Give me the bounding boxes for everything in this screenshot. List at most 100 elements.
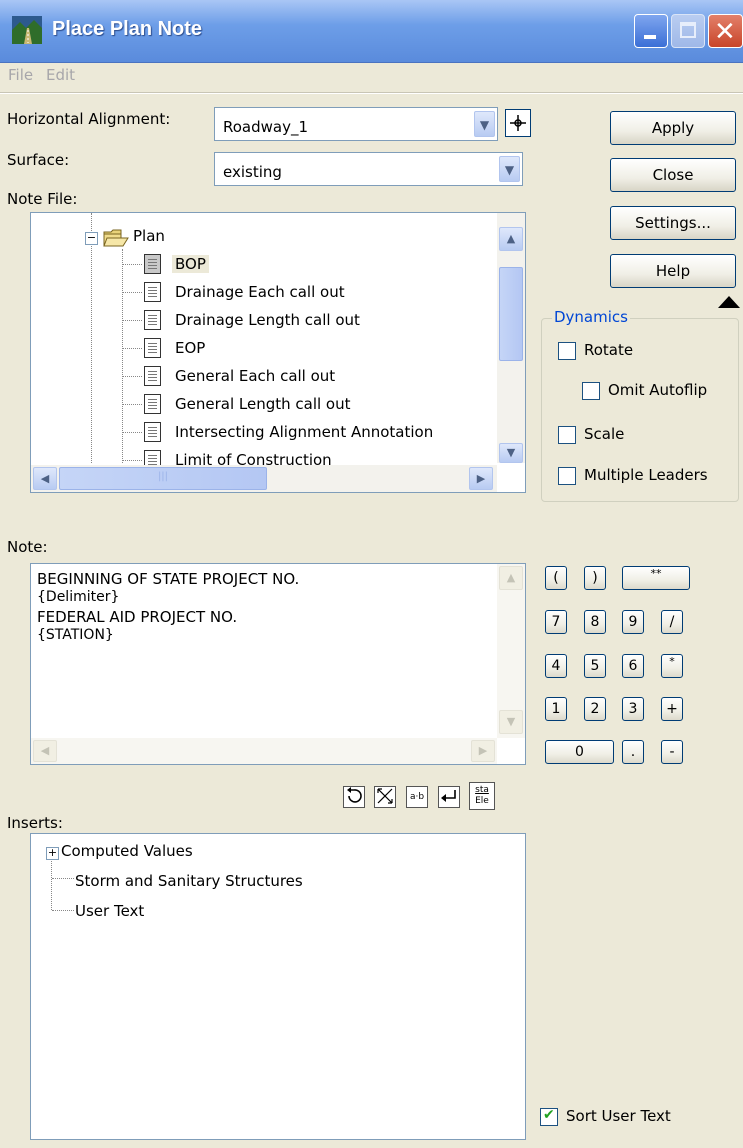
note-file-hscroll[interactable]: ◀ ||| ▶ — [31, 465, 497, 492]
scroll-down-button[interactable]: ▼ — [499, 710, 523, 734]
tree-item[interactable]: Drainage Each call out — [175, 283, 345, 301]
keypad-key[interactable]: + — [661, 697, 683, 721]
omit-autoflip-label[interactable]: Omit Autoflip — [608, 381, 707, 399]
keypad-key[interactable]: 2 — [584, 697, 606, 721]
scroll-down-button[interactable]: ▼ — [499, 443, 523, 463]
undo-button[interactable] — [343, 786, 365, 808]
collapse-triangle-icon[interactable] — [718, 296, 740, 308]
keypad-key[interactable]: . — [622, 740, 644, 764]
omit-autoflip-checkbox[interactable] — [582, 382, 600, 400]
keypad-key[interactable]: 4 — [545, 654, 567, 678]
scroll-up-button[interactable]: ▲ — [499, 566, 523, 590]
keypad-key[interactable]: ) — [584, 566, 606, 590]
chevron-down-icon[interactable]: ▼ — [474, 111, 495, 137]
dynamics-title: Dynamics — [552, 308, 630, 326]
scroll-left-button[interactable]: ◀ — [33, 467, 57, 490]
sort-user-text-checkbox[interactable] — [540, 1107, 558, 1126]
elevation-text: Ele — [475, 796, 489, 806]
crosshair-icon — [510, 115, 526, 131]
note-file-vscroll[interactable]: ▲ ▼ — [497, 213, 525, 463]
note-file-label: Note File: — [7, 190, 78, 208]
enter-button[interactable] — [438, 786, 460, 808]
space-button[interactable]: a·b — [406, 786, 428, 808]
scroll-right-button[interactable]: ▶ — [469, 467, 493, 490]
tree-item[interactable]: General Length call out — [175, 395, 351, 413]
undo-icon — [347, 787, 362, 803]
tree-item[interactable]: EOP — [175, 339, 205, 357]
wrap-button[interactable] — [374, 786, 396, 808]
close-window-button[interactable]: ✕ — [708, 14, 743, 48]
scale-checkbox[interactable] — [558, 426, 576, 444]
tree-item[interactable]: BOP — [172, 255, 209, 273]
document-icon — [144, 422, 161, 442]
tree-guide — [122, 292, 142, 293]
scroll-thumb[interactable] — [499, 267, 523, 361]
chevron-down-icon[interactable]: ▼ — [499, 156, 520, 182]
scroll-right-button[interactable]: ▶ — [471, 740, 495, 762]
keypad-key[interactable]: 9 — [622, 610, 644, 634]
tree-guide — [52, 910, 74, 911]
insert-item[interactable]: User Text — [75, 902, 144, 920]
tree-folder-plan[interactable]: Plan — [133, 227, 165, 245]
document-icon — [144, 338, 161, 358]
sort-user-text-label[interactable]: Sort User Text — [566, 1107, 671, 1125]
tree-item[interactable]: General Each call out — [175, 367, 335, 385]
document-icon — [144, 366, 161, 386]
rotate-label[interactable]: Rotate — [584, 341, 633, 359]
scale-label[interactable]: Scale — [584, 425, 624, 443]
settings-button[interactable]: Settings... — [610, 206, 736, 240]
keypad-key[interactable]: / — [661, 610, 683, 634]
scroll-thumb[interactable]: ||| — [59, 467, 267, 490]
keypad-key[interactable]: 5 — [584, 654, 606, 678]
note-hscroll[interactable]: ◀ ▶ — [31, 738, 497, 764]
expand-box[interactable]: + — [46, 847, 59, 860]
maximize-button — [671, 14, 705, 48]
scroll-left-button[interactable]: ◀ — [33, 740, 57, 762]
note-line: {STATION} — [37, 627, 114, 643]
minimize-button[interactable] — [634, 14, 668, 48]
keypad-key[interactable]: 0 — [545, 740, 614, 764]
surface-select[interactable]: existing ▼ — [214, 152, 523, 186]
multiple-leaders-label[interactable]: Multiple Leaders — [584, 466, 708, 484]
rotate-checkbox[interactable] — [558, 342, 576, 360]
keypad-key[interactable]: 6 — [622, 654, 644, 678]
keypad-key[interactable]: - — [661, 740, 683, 764]
insert-item[interactable]: Storm and Sanitary Structures — [75, 872, 303, 890]
note-file-tree[interactable]: − Plan BOP Drainage Each call out Drainage… — [30, 212, 526, 493]
tree-guide — [91, 213, 93, 463]
inserts-label: Inserts: — [7, 814, 63, 832]
document-icon — [144, 394, 161, 414]
keypad-key[interactable]: ( — [545, 566, 567, 590]
close-button[interactable]: Close — [610, 158, 736, 192]
tree-guide — [122, 376, 142, 377]
pick-alignment-button[interactable] — [505, 109, 531, 137]
text-wrap-icon — [377, 788, 393, 804]
keypad-key[interactable]: 8 — [584, 610, 606, 634]
horizontal-alignment-select[interactable]: Roadway_1 ▼ — [214, 107, 498, 141]
tree-guide — [122, 404, 142, 405]
collapse-box[interactable]: − — [85, 232, 98, 245]
keypad-key[interactable]: 3 — [622, 697, 644, 721]
help-button[interactable]: Help — [610, 254, 736, 288]
tree-item[interactable]: Intersecting Alignment Annotation — [175, 423, 433, 441]
note-vscroll[interactable]: ▲ ▼ — [497, 564, 525, 738]
tree-item[interactable]: Drainage Length call out — [175, 311, 360, 329]
note-textarea[interactable]: BEGINNING OF STATE PROJECT NO. {Delimiter… — [30, 563, 526, 765]
surface-value: existing — [223, 163, 282, 181]
station-elevation-button[interactable]: sta Ele — [469, 782, 495, 810]
insert-item[interactable]: Computed Values — [61, 842, 193, 860]
inserts-tree[interactable]: + Computed Values Storm and Sanitary Str… — [30, 833, 526, 1140]
menu-file[interactable]: File — [8, 66, 33, 84]
menu-edit[interactable]: Edit — [46, 66, 75, 84]
keypad-key[interactable]: ** — [622, 566, 690, 590]
keypad-key[interactable]: 1 — [545, 697, 567, 721]
apply-button[interactable]: Apply — [610, 111, 736, 145]
keypad-key[interactable]: 7 — [545, 610, 567, 634]
keypad-key[interactable]: * — [661, 654, 683, 678]
scroll-up-button[interactable]: ▲ — [499, 227, 523, 251]
title-bar[interactable]: Place Plan Note ✕ — [0, 0, 743, 63]
horizontal-alignment-value: Roadway_1 — [223, 118, 309, 136]
multiple-leaders-checkbox[interactable] — [558, 467, 576, 485]
close-icon: ✕ — [714, 17, 736, 47]
document-icon — [144, 282, 161, 302]
